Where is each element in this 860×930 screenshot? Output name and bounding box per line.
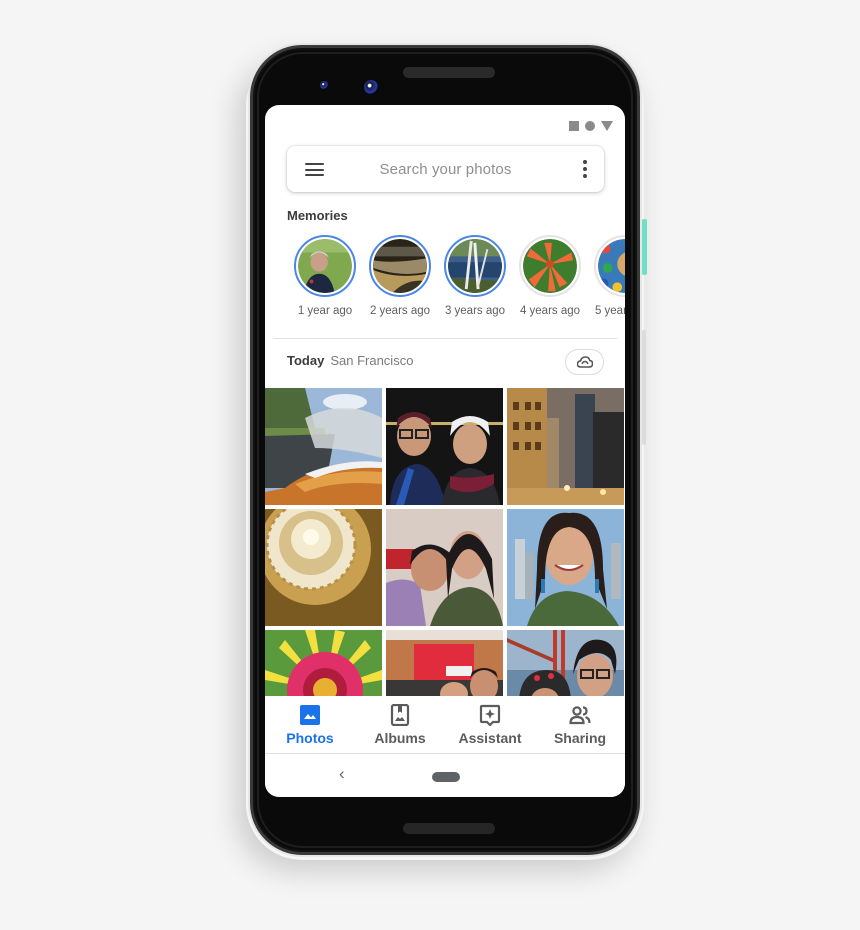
albums-icon	[390, 704, 410, 726]
memory-ring	[519, 235, 581, 297]
nav-tab-albums[interactable]: Albums	[355, 696, 445, 752]
photo-tile[interactable]	[386, 509, 503, 626]
search-bar[interactable]: Search your photos	[287, 146, 604, 192]
memory-item[interactable]: 2 years ago	[363, 235, 437, 317]
photo-tile[interactable]	[265, 509, 382, 626]
photo-image	[386, 388, 503, 505]
nav-label: Sharing	[553, 730, 607, 746]
photo-tile[interactable]	[386, 388, 503, 505]
photo-image	[507, 509, 624, 626]
date-header: Today San Francisco	[287, 353, 413, 368]
front-sensor	[320, 81, 328, 89]
photo-image	[265, 509, 382, 626]
memory-label: 5 years ago	[594, 305, 625, 317]
photo-tile[interactable]	[265, 630, 382, 696]
memory-ring	[444, 235, 506, 297]
phone-screen: Search your photos Memories 1 year ago 2…	[265, 105, 625, 797]
memory-thumbnail	[373, 239, 427, 293]
search-input[interactable]: Search your photos	[287, 161, 604, 178]
memory-item[interactable]: 1 year ago	[288, 235, 362, 317]
earpiece-speaker	[403, 67, 495, 78]
memories-carousel[interactable]: 1 year ago 2 years ago 3 years ago 4 yea…	[265, 235, 625, 325]
front-camera	[364, 80, 378, 94]
nav-label: Photos	[286, 730, 334, 746]
more-vertical-icon[interactable]	[583, 160, 587, 178]
nav-label: Albums	[374, 730, 426, 746]
place-label: San Francisco	[330, 353, 414, 368]
photo-tile[interactable]	[507, 388, 624, 505]
memory-ring	[294, 235, 356, 297]
status-bar	[569, 121, 613, 131]
assistant-icon	[479, 704, 501, 726]
volume-rocker	[642, 330, 646, 445]
memory-item[interactable]: 3 years ago	[438, 235, 512, 317]
system-navigation-bar: ‹	[265, 753, 625, 797]
memory-label: 4 years ago	[519, 305, 581, 317]
memory-label: 2 years ago	[369, 305, 431, 317]
nav-tab-sharing[interactable]: Sharing	[535, 696, 625, 752]
signal-triangle-icon	[601, 121, 613, 131]
back-button[interactable]: ‹	[339, 764, 345, 784]
date-label: Today	[287, 353, 325, 368]
stage: Search your photos Memories 1 year ago 2…	[0, 0, 860, 930]
memory-thumbnail	[448, 239, 502, 293]
power-button	[642, 219, 647, 275]
home-pill-button[interactable]	[432, 772, 460, 782]
memory-item[interactable]: 5 years ago	[588, 235, 625, 317]
memory-label: 1 year ago	[297, 305, 353, 317]
photo-image	[265, 630, 382, 696]
photo-image	[507, 630, 624, 696]
memory-thumbnail	[298, 239, 352, 293]
photo-tile[interactable]	[386, 630, 503, 696]
stop-square-icon	[569, 121, 579, 131]
photo-image	[507, 388, 624, 505]
memory-label: 3 years ago	[444, 305, 506, 317]
sharing-icon	[569, 706, 591, 725]
photo-image	[386, 509, 503, 626]
bottom-navigation: Photos Albums Assistant Sharing	[265, 696, 625, 752]
nav-tab-assistant[interactable]: Assistant	[445, 696, 535, 752]
photo-tile[interactable]	[507, 630, 624, 696]
memories-heading: Memories	[287, 208, 348, 223]
memory-thumbnail	[598, 239, 625, 293]
memory-ring	[594, 235, 625, 297]
memory-ring	[369, 235, 431, 297]
cloud-sync-icon	[576, 356, 593, 368]
nav-tab-photos[interactable]: Photos	[265, 696, 355, 752]
section-divider	[273, 338, 617, 339]
photo-image	[386, 630, 503, 696]
photo-tile[interactable]	[507, 509, 624, 626]
bottom-speaker	[403, 823, 495, 834]
memory-item[interactable]: 4 years ago	[513, 235, 587, 317]
memory-thumbnail	[523, 239, 577, 293]
nav-label: Assistant	[458, 730, 522, 746]
photos-icon	[300, 705, 320, 725]
backup-button[interactable]	[565, 349, 604, 375]
photo-tile[interactable]	[265, 388, 382, 505]
circle-icon	[585, 121, 595, 131]
photo-image	[265, 388, 382, 505]
